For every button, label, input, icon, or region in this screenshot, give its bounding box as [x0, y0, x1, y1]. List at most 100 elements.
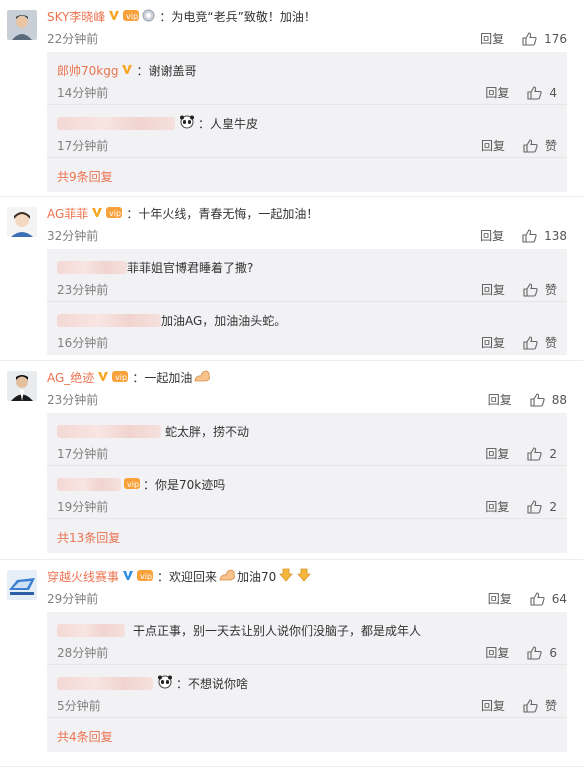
reply-username[interactable]: 郎帅70kgg — [57, 62, 118, 79]
thumbs-up-icon — [530, 591, 545, 606]
thumbs-up-icon — [523, 335, 538, 350]
thumbs-up-icon — [530, 392, 545, 407]
username[interactable]: SKY李晓峰 — [47, 8, 105, 25]
reply-text: 人皇牛皮 — [210, 117, 259, 131]
thumbs-up-icon — [527, 85, 543, 100]
like-count: 赞 — [544, 139, 557, 153]
thumbs-up-icon — [527, 645, 543, 660]
reply-text: 干点正事，别一天去让别人说你们没脑子，都是成年人 — [133, 624, 422, 638]
reply-item: vip ：你是70k迹吗 19分钟前 回复 2 — [47, 466, 567, 519]
medal-icon — [142, 9, 155, 25]
reply-text: 菲菲姐官博君睡着了撒? — [127, 261, 254, 275]
username[interactable]: AG_绝迹 — [47, 369, 94, 386]
avatar[interactable] — [7, 570, 37, 600]
like-button[interactable]: 138 — [522, 229, 567, 243]
comment-text: 十年火线，青春无悔，一起加油！ — [138, 207, 319, 221]
reply-button[interactable]: 回复 — [481, 697, 505, 714]
like-button[interactable]: 赞 — [523, 137, 557, 154]
panda-emoji-icon — [179, 115, 195, 132]
comment-text: 为电竞“老兵”致敬！加油！ — [171, 10, 316, 24]
reply-button[interactable]: 回复 — [481, 137, 505, 154]
verified-v-icon — [108, 9, 120, 24]
reply-item: 郎帅70kgg ：谢谢盖哥 14分钟前 回复 4 — [47, 52, 567, 105]
more-replies-link[interactable]: 共4条回复 — [57, 728, 113, 745]
like-button[interactable]: 6 — [527, 646, 557, 660]
comment-time: 32分钟前 — [47, 229, 99, 243]
avatar[interactable] — [7, 207, 37, 237]
like-count: 4 — [549, 85, 557, 100]
reply-time: 17分钟前 — [57, 447, 109, 461]
like-button[interactable]: 64 — [530, 592, 567, 606]
svg-text:vip: vip — [109, 209, 121, 218]
reply-item: 加油AG，加油油头蛇。 16分钟前 回复 赞 — [47, 302, 567, 355]
comment: SKY李晓峰 vip ：为电竞“老兵”致敬！加油！ 22分钟前 回复 176 郎… — [0, 0, 583, 197]
more-replies-link[interactable]: 共9条回复 — [57, 168, 113, 185]
blurred-username — [57, 117, 175, 130]
thumbs-up-icon — [523, 282, 538, 297]
like-button[interactable]: 赞 — [523, 697, 557, 714]
pointing-down-icon — [296, 568, 312, 585]
comment: 穿越火线赛事 vip ：欢迎回来 加油70 29分钟前 回复 64 干点正事，别… — [0, 560, 583, 767]
verified-v-blue-icon — [122, 569, 134, 584]
reply-button[interactable]: 回复 — [488, 590, 512, 607]
blurred-username — [57, 624, 125, 637]
reply-text: 不想说你啥 — [188, 677, 249, 691]
more-replies-link[interactable]: 共13条回复 — [57, 529, 120, 546]
comment: AG_绝迹 vip ：一起加油 23分钟前 回复 88 蛇太胖，捞不动 17分钟… — [0, 361, 583, 560]
like-count: 6 — [549, 645, 557, 660]
thumbs-up-icon — [527, 446, 543, 461]
like-button[interactable]: 176 — [522, 32, 567, 46]
reply-button[interactable]: 回复 — [485, 498, 509, 515]
reply-button[interactable]: 回复 — [485, 84, 509, 101]
thumbs-up-icon — [522, 31, 537, 46]
reply-item: ：人皇牛皮 17分钟前 回复 赞 — [47, 105, 567, 158]
svg-text:vip: vip — [126, 12, 138, 21]
like-count: 赞 — [544, 283, 557, 297]
avatar[interactable] — [7, 10, 37, 40]
like-button[interactable]: 4 — [527, 86, 557, 100]
reply-button[interactable]: 回复 — [481, 334, 505, 351]
like-button[interactable]: 88 — [530, 393, 567, 407]
username[interactable]: 穿越火线赛事 — [47, 568, 119, 585]
reply-box: 干点正事，别一天去让别人说你们没脑子，都是成年人 28分钟前 回复 6 ：不想说… — [47, 612, 567, 752]
reply-button[interactable]: 回复 — [480, 30, 504, 47]
member-badge-icon: vip — [124, 477, 140, 493]
like-button[interactable]: 赞 — [523, 281, 557, 298]
comment-time: 23分钟前 — [47, 393, 99, 407]
like-count: 赞 — [544, 699, 557, 713]
svg-text:vip: vip — [140, 572, 152, 581]
like-count: 赞 — [544, 336, 557, 350]
member-badge-icon: vip — [112, 370, 129, 386]
reply-button[interactable]: 回复 — [488, 391, 512, 408]
member-badge-icon: vip — [123, 9, 140, 25]
avatar[interactable] — [7, 371, 37, 401]
pointing-down-icon — [278, 568, 294, 585]
reply-button[interactable]: 回复 — [485, 644, 509, 661]
member-badge-icon: vip — [137, 569, 154, 585]
comment-time: 29分钟前 — [47, 592, 99, 606]
like-count: 176 — [544, 31, 567, 46]
reply-time: 14分钟前 — [57, 86, 109, 100]
reply-time: 17分钟前 — [57, 139, 109, 153]
like-count: 2 — [549, 446, 557, 461]
like-button[interactable]: 赞 — [523, 334, 557, 351]
like-count: 138 — [544, 228, 567, 243]
reply-button[interactable]: 回复 — [485, 445, 509, 462]
comment-text: 一起加油 — [144, 371, 193, 385]
like-button[interactable]: 2 — [527, 500, 557, 514]
reply-button[interactable]: 回复 — [481, 281, 505, 298]
like-count: 88 — [551, 392, 567, 407]
reply-button[interactable]: 回复 — [480, 227, 504, 244]
reply-text: 谢谢盖哥 — [148, 64, 197, 78]
username[interactable]: AG菲菲 — [47, 205, 88, 222]
like-button[interactable]: 2 — [527, 447, 557, 461]
reply-text: 蛇太胖，捞不动 — [165, 425, 250, 439]
muscle-emoji-icon — [194, 369, 212, 386]
thumbs-up-icon — [522, 228, 537, 243]
comment: AG菲菲 vip ：十年火线，青春无悔，一起加油！ 32分钟前 回复 138 菲… — [0, 197, 583, 361]
like-count: 64 — [551, 591, 567, 606]
verified-v-icon — [121, 63, 133, 78]
svg-text:vip: vip — [127, 480, 139, 489]
reply-item: 蛇太胖，捞不动 17分钟前 回复 2 — [47, 413, 567, 466]
thumbs-up-icon — [523, 138, 538, 153]
